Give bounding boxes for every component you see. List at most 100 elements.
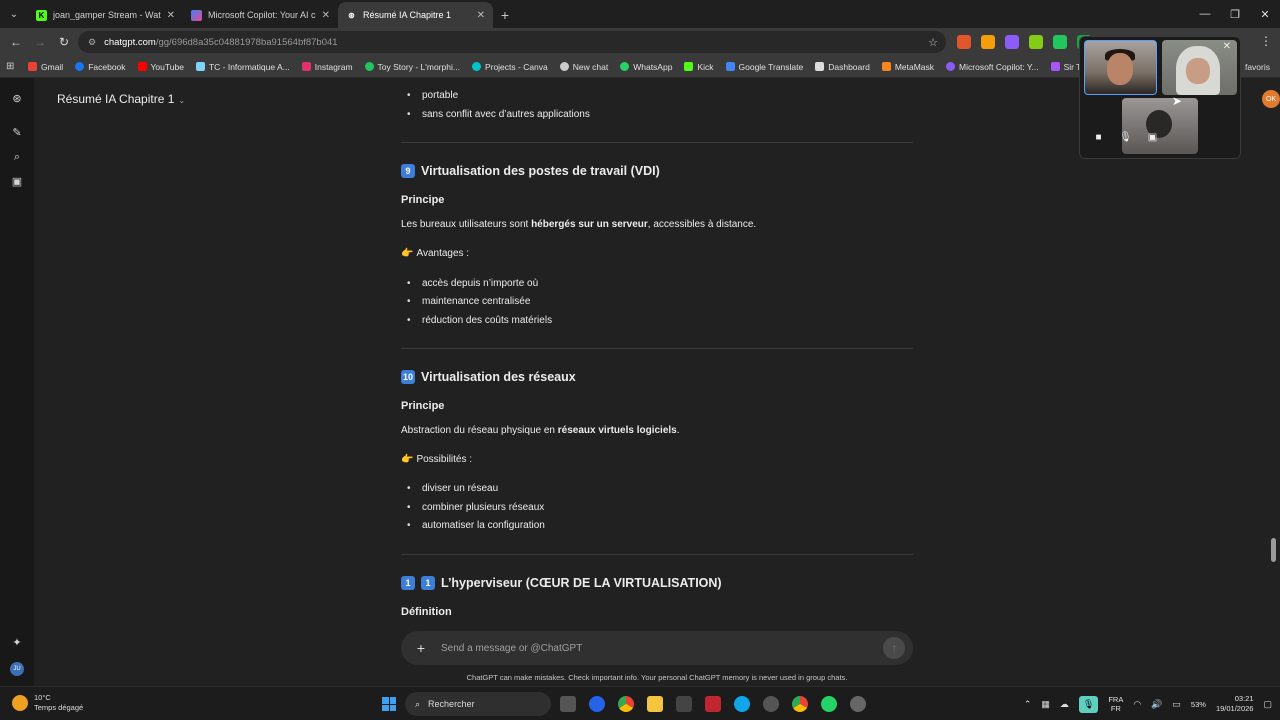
temperature: 10°C	[34, 693, 51, 702]
gmail-icon	[28, 62, 37, 71]
send-icon[interactable]: ↑	[883, 637, 905, 659]
new-chat-icon[interactable]: ✎	[10, 125, 24, 139]
minimize-icon[interactable]: —	[1190, 0, 1220, 28]
bookmark-whatsapp[interactable]: WhatsApp	[620, 62, 672, 72]
notification-icon[interactable]: ▢	[1263, 699, 1272, 710]
bookmark-gmail[interactable]: Gmail	[28, 62, 63, 72]
volume-icon[interactable]: 🔊	[1151, 699, 1162, 710]
camera-icon[interactable]: ■	[1092, 131, 1105, 144]
bookmark-label: Kick	[697, 61, 714, 72]
avatar[interactable]: JU	[10, 662, 24, 676]
microphone-icon[interactable]: 🎙	[1119, 131, 1132, 144]
add-attachment-icon[interactable]: +	[401, 640, 441, 656]
tab-kick[interactable]: K joan_gamper Stream - Watch Li ✕	[28, 2, 183, 28]
bookmark-tc[interactable]: TC - Informatique A...	[195, 62, 290, 72]
bookmark-star-icon[interactable]: ☆	[928, 36, 938, 49]
bookmark-newchat[interactable]: New chat	[559, 62, 608, 72]
back-icon[interactable]: ←	[4, 30, 28, 54]
chrome-icon[interactable]	[792, 696, 808, 712]
whatsapp-icon[interactable]	[821, 696, 837, 712]
close-icon[interactable]: ✕	[322, 10, 330, 21]
chrome-icon[interactable]	[618, 696, 634, 712]
bookmark-copilot[interactable]: Microsoft Copilot: Y...	[946, 62, 1039, 72]
library-icon[interactable]: ▣	[10, 174, 24, 188]
clock[interactable]: 03:21 19/01/2026	[1216, 694, 1254, 714]
start-tile	[389, 704, 396, 711]
reload-icon[interactable]: ↻	[52, 30, 76, 54]
task-view-icon[interactable]	[560, 696, 576, 712]
bookmark-canva[interactable]: Projects - Canva	[471, 62, 548, 72]
section-heading: 9 Virtualisation des postes de travail (…	[401, 164, 660, 178]
extension-icon[interactable]	[981, 35, 995, 49]
microphone-icon[interactable]: 🎙	[1078, 695, 1099, 713]
maximize-icon[interactable]: ❐	[1220, 0, 1250, 28]
video-call-window[interactable]: ✕ ■ 🎙 ▣	[1079, 36, 1241, 159]
bookmark-label: MetaMask	[894, 61, 935, 72]
user-avatar[interactable]: OK	[1262, 90, 1280, 108]
participant-video[interactable]	[1084, 40, 1157, 95]
file-explorer-icon[interactable]	[647, 696, 663, 712]
translate-icon	[725, 62, 735, 71]
paragraph: Les bureaux utilisateurs sont hébergés s…	[401, 219, 756, 230]
chat-title-button[interactable]: Résumé IA Chapitre 1 ⌄	[57, 92, 185, 106]
bookmark-kick[interactable]: Kick	[684, 61, 714, 72]
bookmark-facebook[interactable]: Facebook	[75, 62, 126, 72]
bookmark-label: Gmail	[41, 61, 64, 72]
close-window-icon[interactable]: ✕	[1250, 0, 1280, 28]
tray-app-icon[interactable]: ▦	[1041, 699, 1050, 710]
tab-search-icon[interactable]: ⌄	[0, 0, 28, 28]
close-icon[interactable]: ✕	[477, 10, 485, 21]
search-label: Rechercher	[428, 699, 475, 709]
openai-logo-icon[interactable]: ⊛	[10, 91, 24, 105]
bookmark-dashboard[interactable]: Dashboard	[815, 62, 870, 72]
mcafee-icon[interactable]	[705, 696, 721, 712]
extension-icon[interactable]	[1029, 35, 1043, 49]
bookmark-translate[interactable]: Google Translate	[725, 62, 803, 72]
bookmark-instagram[interactable]: Instagram	[301, 62, 353, 72]
extension-icon[interactable]	[957, 35, 971, 49]
new-tab-button[interactable]: +	[493, 2, 517, 28]
subheading: Principe	[401, 400, 445, 412]
list-item: automatiser la configuration	[407, 520, 545, 531]
screen-share-icon[interactable]: ▣	[1146, 131, 1159, 144]
scrollbar[interactable]	[1271, 538, 1276, 562]
bookmark-youtube[interactable]: YouTube	[137, 62, 184, 72]
taskbar-search[interactable]: ⌕ Rechercher	[405, 692, 551, 716]
extension-icon[interactable]	[1005, 35, 1019, 49]
participant-video[interactable]	[1122, 98, 1198, 154]
forward-icon[interactable]: →	[28, 30, 52, 54]
chevron-up-icon[interactable]: ⌃	[1024, 699, 1032, 710]
hp-icon[interactable]	[589, 696, 605, 712]
chatgpt-app-icon[interactable]	[763, 696, 779, 712]
message-input[interactable]: Send a message or @ChatGPT	[441, 643, 883, 654]
tab-copilot[interactable]: Microsoft Copilot: Your AI com ✕	[183, 2, 338, 28]
close-icon[interactable]: ✕	[167, 10, 175, 21]
sparkle-icon[interactable]: ✦	[10, 635, 24, 649]
tab-chatgpt[interactable]: ⊛ Résumé IA Chapitre 1 ✕	[338, 2, 493, 28]
other-bookmarks[interactable]: favoris	[1245, 62, 1270, 72]
paragraph: 👉 Possibilités :	[401, 454, 472, 465]
close-icon[interactable]: ✕	[1223, 41, 1231, 52]
apps-grid-icon[interactable]: ⊞	[6, 61, 20, 72]
message-composer[interactable]: + Send a message or @ChatGPT ↑	[401, 631, 913, 665]
bold-text: hébergés sur un serveur	[531, 219, 648, 230]
battery-icon[interactable]: ▭	[1172, 699, 1181, 710]
youtube-icon	[137, 62, 147, 71]
wifi-icon[interactable]: ◠	[1133, 699, 1141, 710]
bookmark-metamask[interactable]: MetaMask	[881, 61, 935, 72]
participant-video[interactable]: ✕	[1162, 40, 1237, 95]
site-info-icon[interactable]: ⚙	[88, 37, 96, 48]
weather-widget[interactable]: 10°C Temps dégagé	[12, 693, 83, 713]
store-icon[interactable]	[676, 696, 692, 712]
search-icon[interactable]: ⌕	[10, 150, 24, 164]
browser-menu-icon[interactable]: ⋮	[1260, 34, 1272, 48]
language-indicator[interactable]: FRA FR	[1108, 695, 1123, 713]
windows-start-icon[interactable]	[382, 697, 396, 711]
onedrive-icon[interactable]: ☁	[1060, 699, 1069, 710]
openai-icon[interactable]	[850, 696, 866, 712]
extension-icon[interactable]	[1053, 35, 1067, 49]
url-field[interactable]: ⚙ chatgpt.com/gg/696d8a35c04881978ba9156…	[78, 31, 946, 53]
edge-icon[interactable]	[734, 696, 750, 712]
section-heading: 1 1 L’hyperviseur (CŒUR DE LA VIRTUALISA…	[401, 576, 722, 590]
bookmark-toystory[interactable]: Toy Story - L'morphi...	[364, 62, 460, 72]
